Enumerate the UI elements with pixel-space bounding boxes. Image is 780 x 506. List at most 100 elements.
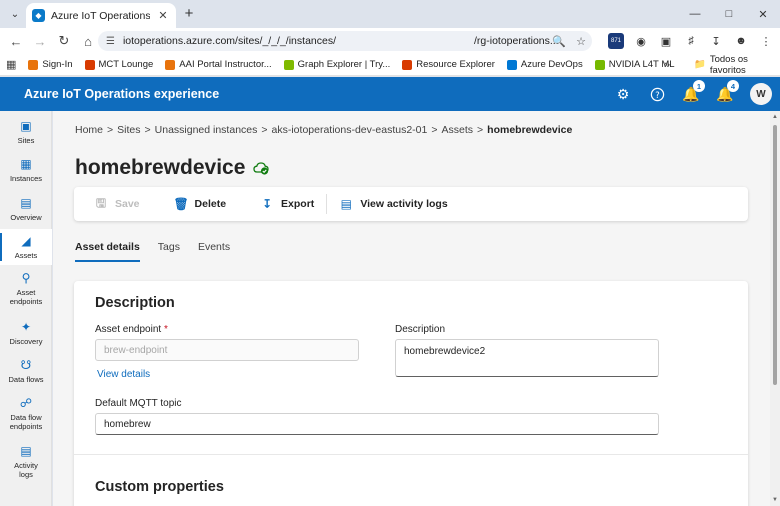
breadcrumb-unassigned-instances[interactable]: Unassigned instances bbox=[155, 124, 258, 136]
bookmark-item[interactable]: NVIDIA L4T ML bbox=[594, 59, 675, 70]
tab-asset-details[interactable]: Asset details bbox=[75, 241, 140, 262]
main-content: Home > Sites > Unassigned instances > aks-i… bbox=[53, 111, 770, 506]
extension-square-icon[interactable]: ▣ bbox=[658, 33, 674, 49]
bookmark-item[interactable]: Sign-In bbox=[28, 59, 73, 70]
window-controls: — □ ✕ bbox=[678, 0, 780, 28]
settings-gear-icon[interactable]: ⚙ bbox=[614, 85, 632, 103]
sidebar-item-data-flow-endpoints[interactable]: ☍ Data flow endpoints bbox=[0, 396, 52, 431]
sidebar-item-discovery[interactable]: ✦ Discovery bbox=[0, 320, 52, 346]
notifications-icon[interactable]: 🔔 4 bbox=[716, 80, 739, 103]
tab-search-icon[interactable]: ⌄ bbox=[6, 5, 24, 23]
zoom-icon[interactable]: 🔍 bbox=[552, 35, 566, 48]
new-tab-icon[interactable]: + bbox=[180, 5, 198, 23]
side-navigation: ▣ Sites ▦ Instances ▤ Overview ◢ Assets … bbox=[0, 111, 52, 506]
sidebar-item-assets[interactable]: ◢ Assets bbox=[0, 229, 52, 265]
sidebar-item-sites[interactable]: ▣ Sites bbox=[0, 119, 52, 145]
bookmark-item[interactable]: MCT Lounge bbox=[84, 59, 153, 70]
bookmark-favicon-icon bbox=[594, 59, 605, 70]
activity-logs-icon: ▤ bbox=[20, 444, 32, 458]
more-bookmarks-icon[interactable]: » bbox=[664, 59, 670, 71]
assets-icon: ◢ bbox=[21, 234, 31, 248]
description-field[interactable]: homebrewdevice2 bbox=[395, 339, 659, 377]
sidebar-item-instances[interactable]: ▦ Instances bbox=[0, 157, 52, 183]
cloud-synced-icon bbox=[253, 160, 270, 176]
scroll-down-icon[interactable]: ▼ bbox=[772, 497, 778, 503]
download-arrow-icon: ↧ bbox=[262, 197, 273, 211]
bookmark-item[interactable]: Resource Explorer bbox=[402, 59, 495, 70]
extension-badge-icon[interactable]: 871 bbox=[608, 33, 624, 49]
minimize-icon[interactable]: — bbox=[678, 0, 712, 28]
command-bar: 🖫 Save 🗑 Delete ↧ Export ▤ View activity… bbox=[74, 187, 748, 221]
address-bar[interactable]: ☰ iotoperations.azure.com/sites/_/_/_/in… bbox=[98, 31, 592, 51]
app-title: Azure IoT Operations experience bbox=[24, 87, 220, 101]
sidebar-item-activity-logs[interactable]: ▤ Activity logs bbox=[0, 444, 52, 479]
home-icon[interactable]: ⌂ bbox=[76, 29, 100, 53]
close-window-icon[interactable]: ✕ bbox=[746, 0, 780, 28]
help-icon[interactable]: ? bbox=[648, 85, 666, 103]
sidebar-item-data-flows[interactable]: ☋ Data flows bbox=[0, 358, 52, 384]
bookmark-favicon-icon bbox=[283, 59, 294, 70]
data-flows-icon: ☋ bbox=[20, 358, 32, 372]
data-flow-endpoints-icon: ☍ bbox=[19, 396, 33, 410]
bookmark-star-icon[interactable]: ☆ bbox=[576, 35, 586, 48]
export-button[interactable]: ↧ Export bbox=[248, 187, 326, 221]
mqtt-topic-label: Default MQTT topic bbox=[95, 398, 182, 409]
save-icon: 🖫 bbox=[95, 195, 107, 210]
delete-button[interactable]: 🗑 Delete bbox=[162, 187, 249, 221]
breadcrumb-assets[interactable]: Assets bbox=[442, 124, 474, 136]
scroll-up-icon[interactable]: ▲ bbox=[772, 114, 778, 120]
bookmark-favicon-icon bbox=[506, 59, 517, 70]
feedback-bell-icon[interactable]: 🔔 1 bbox=[682, 80, 705, 103]
sites-icon: ▣ bbox=[20, 119, 32, 133]
download-icon[interactable]: ↧ bbox=[708, 33, 724, 49]
extension-icons: 871 ◉ ▣ ♯ ↧ ☻ ⋮ bbox=[608, 30, 774, 52]
mqtt-topic-field[interactable]: homebrew bbox=[95, 413, 659, 435]
close-tab-icon[interactable]: ✕ bbox=[156, 9, 170, 22]
profile-icon[interactable]: ☻ bbox=[733, 33, 749, 49]
back-icon[interactable]: ← bbox=[4, 29, 28, 53]
breadcrumb-instance[interactable]: aks-iotoperations-dev-eastus2-01 bbox=[272, 124, 428, 136]
apps-grid-icon[interactable]: ▦ bbox=[6, 58, 16, 71]
folder-icon: 📁 bbox=[694, 59, 706, 70]
instances-icon: ▦ bbox=[20, 157, 32, 171]
asset-endpoint-field[interactable]: brew-endpoint bbox=[95, 339, 359, 361]
breadcrumb-separator: > bbox=[477, 124, 484, 136]
bookmarks-bar: ▦ Sign-In MCT Lounge AAI Portal Instruct… bbox=[0, 54, 780, 76]
bookmark-item[interactable]: Graph Explorer | Try... bbox=[283, 59, 390, 70]
url-text: iotoperations.azure.com/sites/_/_/_/inst… bbox=[122, 35, 336, 47]
bookmark-item[interactable]: Azure DevOps bbox=[506, 59, 583, 70]
sidebar-item-overview[interactable]: ▤ Overview bbox=[0, 196, 52, 222]
browser-menu-icon[interactable]: ⋮ bbox=[758, 33, 774, 49]
save-button[interactable]: 🖫 Save bbox=[74, 187, 162, 221]
maximize-icon[interactable]: □ bbox=[712, 0, 746, 28]
bookmark-item[interactable]: AAI Portal Instructor... bbox=[165, 59, 272, 70]
browser-tab[interactable]: ◆ Azure IoT Operations experience ✕ bbox=[26, 3, 176, 28]
camera-icon[interactable]: ◉ bbox=[633, 33, 649, 49]
activity-log-icon: ▤ bbox=[340, 197, 352, 211]
bookmark-favicon-icon bbox=[402, 59, 413, 70]
azure-iot-favicon-icon: ◆ bbox=[32, 9, 45, 22]
bookmark-favicon-icon bbox=[165, 59, 176, 70]
avatar[interactable]: W bbox=[750, 83, 772, 105]
breadcrumb-separator: > bbox=[431, 124, 438, 136]
asset-endpoint-label: Asset endpoint * bbox=[95, 324, 168, 335]
view-activity-logs-button[interactable]: ▤ View activity logs bbox=[327, 187, 459, 221]
reload-icon[interactable]: ↻ bbox=[52, 29, 76, 53]
extensions-puzzle-icon[interactable]: ♯ bbox=[683, 33, 699, 49]
notification-count-badge: 4 bbox=[727, 80, 739, 92]
svg-text:?: ? bbox=[655, 89, 659, 99]
breadcrumb: Home > Sites > Unassigned instances > aks-i… bbox=[75, 124, 572, 136]
site-info-icon[interactable]: ☰ bbox=[106, 36, 115, 47]
page-scrollbar[interactable]: ▲ ▼ bbox=[770, 111, 780, 506]
section-divider bbox=[74, 454, 748, 455]
tab-events[interactable]: Events bbox=[198, 241, 230, 262]
breadcrumb-sites[interactable]: Sites bbox=[117, 124, 140, 136]
all-bookmarks-folder[interactable]: 📁 Todos os favoritos bbox=[694, 54, 780, 76]
asset-tabs: Asset details Tags Events bbox=[75, 241, 230, 262]
scroll-thumb[interactable] bbox=[773, 125, 777, 385]
view-details-link[interactable]: View details bbox=[97, 369, 150, 380]
forward-icon[interactable]: → bbox=[28, 29, 52, 53]
breadcrumb-home[interactable]: Home bbox=[75, 124, 103, 136]
sidebar-item-asset-endpoints[interactable]: ⚲ Asset endpoints bbox=[0, 271, 52, 306]
tab-tags[interactable]: Tags bbox=[158, 241, 180, 262]
